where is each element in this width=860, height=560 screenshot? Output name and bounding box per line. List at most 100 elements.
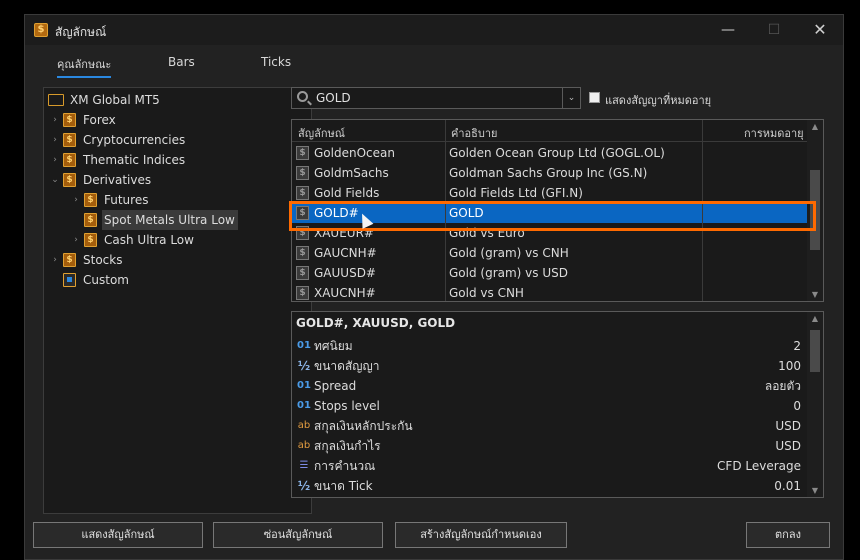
chevron-right-icon[interactable]: ›: [48, 110, 62, 130]
property-name: Spread: [314, 379, 357, 393]
properties-scrollbar[interactable]: ▲ ▼: [807, 312, 823, 497]
symbol-icon: $: [296, 166, 309, 180]
property-value: 0.01: [774, 479, 801, 493]
column-header-expiry[interactable]: การหมดอายุ: [744, 124, 804, 142]
scroll-up-icon[interactable]: ▲: [807, 122, 823, 131]
tree-item-stocks[interactable]: › $ Stocks: [48, 250, 125, 270]
tree-item-label: Thematic Indices: [83, 153, 186, 167]
close-button[interactable]: ✕: [797, 15, 843, 45]
property-row[interactable]: ab สกุลเงินกำไร USD: [292, 436, 807, 456]
tree-item-derivatives[interactable]: ⌄ $ Derivatives: [48, 170, 154, 190]
show-symbol-button[interactable]: แสดงสัญลักษณ์: [33, 522, 203, 548]
fraction-type-icon: ½: [297, 479, 311, 493]
symbols-dialog: $ สัญลักษณ์ — ☐ ✕ คุณลักษณะ Bars Ticks X…: [24, 14, 844, 560]
table-row[interactable]: $ GAUCNH# Gold (gram) vs CNH: [292, 243, 807, 263]
tree-item-label: Futures: [104, 193, 149, 207]
chevron-right-icon[interactable]: ›: [69, 230, 83, 250]
property-name: ทศนิยม: [314, 339, 353, 353]
show-expired-checkbox[interactable]: [589, 92, 600, 103]
ok-button[interactable]: ตกลง: [746, 522, 830, 548]
tab-bars[interactable]: Bars: [168, 55, 195, 69]
table-row[interactable]: $ XAUCNH# Gold vs CNH: [292, 283, 807, 301]
chevron-right-icon[interactable]: ›: [48, 250, 62, 270]
dollar-folder-icon: $: [84, 193, 97, 207]
symbol-icon: $: [296, 206, 309, 220]
tree-item-futures[interactable]: › $ Futures: [69, 190, 151, 210]
property-row[interactable]: ab สกุลเงินหลักประกัน USD: [292, 416, 807, 436]
tree-item-cash-ultra-low[interactable]: › $ Cash Ultra Low: [69, 230, 197, 250]
chevron-right-icon[interactable]: ›: [69, 190, 83, 210]
property-value: 0: [793, 399, 801, 413]
folder-icon: [48, 94, 64, 106]
table-row[interactable]: $ XAUEUR# Gold vs Euro: [292, 223, 807, 243]
tree-item-custom[interactable]: Custom: [48, 270, 132, 290]
chevron-right-icon[interactable]: ›: [48, 150, 62, 170]
tree-root[interactable]: XM Global MT5: [48, 90, 163, 110]
hide-symbol-button[interactable]: ซ่อนสัญลักษณ์: [213, 522, 383, 548]
scroll-up-icon[interactable]: ▲: [807, 314, 823, 323]
chevron-down-icon[interactable]: ⌄: [48, 170, 62, 190]
table-row[interactable]: $ GoldenOcean Golden Ocean Group Ltd (GO…: [292, 143, 807, 163]
scroll-thumb[interactable]: [810, 170, 820, 250]
symbol-description: Gold (gram) vs USD: [449, 266, 568, 280]
symbol-icon: $: [296, 286, 309, 300]
dollar-folder-icon: $: [84, 233, 97, 247]
tab-ticks[interactable]: Ticks: [261, 55, 291, 69]
symbol-tree[interactable]: XM Global MT5 › $ Forex › $ Cryptocurrencies…: [43, 87, 312, 514]
tree-item-spot-metals-ultra-low[interactable]: $ Spot Metals Ultra Low: [69, 210, 238, 230]
tree-item-thematic-indices[interactable]: › $ Thematic Indices: [48, 150, 188, 170]
text-type-icon: ab: [297, 420, 311, 431]
symbol-search-input[interactable]: GOLD ⌄: [291, 87, 581, 109]
symbol-name: XAUCNH#: [314, 286, 376, 300]
property-row[interactable]: 01 Spread ลอยตัว: [292, 376, 807, 396]
property-row[interactable]: 01 Stops level 0: [292, 396, 807, 416]
custom-folder-icon: [63, 273, 76, 287]
table-row[interactable]: $ GoldmSachs Goldman Sachs Group Inc (GS…: [292, 163, 807, 183]
window-title: สัญลักษณ์: [55, 25, 107, 39]
property-row[interactable]: ½ ขนาดสัญญา 100: [292, 356, 807, 376]
table-scrollbar[interactable]: ▲ ▼: [807, 120, 823, 301]
minimize-button[interactable]: —: [705, 15, 751, 45]
text-type-icon: ab: [297, 440, 311, 451]
tree-root-label: XM Global MT5: [70, 93, 160, 107]
property-row[interactable]: ½ ขนาด Tick 0.01: [292, 476, 807, 496]
symbol-name: GOLD#: [314, 206, 359, 220]
column-header-description[interactable]: คำอธิบาย: [451, 124, 497, 142]
tab-specification[interactable]: คุณลักษณะ: [57, 55, 112, 78]
column-divider[interactable]: [445, 120, 446, 301]
tree-item-forex[interactable]: › $ Forex: [48, 110, 119, 130]
property-name: Stops level: [314, 399, 380, 413]
maximize-button[interactable]: ☐: [751, 15, 797, 45]
scroll-down-icon[interactable]: ▼: [807, 290, 823, 299]
create-custom-symbol-button[interactable]: สร้างสัญลักษณ์กำหนดเอง: [395, 522, 567, 548]
list-type-icon: ☰: [299, 460, 309, 471]
chevron-right-icon[interactable]: ›: [48, 130, 62, 150]
symbol-description: Gold vs Euro: [449, 226, 525, 240]
property-name: การคำนวณ: [314, 459, 376, 473]
number-type-icon: 01: [297, 400, 311, 411]
symbol-name: GoldmSachs: [314, 166, 389, 180]
symbols-table[interactable]: สัญลักษณ์ คำอธิบาย การหมดอายุ $ GoldenOc…: [291, 119, 824, 302]
symbol-description: Goldman Sachs Group Inc (GS.N): [449, 166, 648, 180]
property-row[interactable]: 01 ทศนิยม 2: [292, 336, 807, 356]
search-icon: [297, 91, 308, 102]
property-row[interactable]: ☰ การคำนวณ CFD Leverage: [292, 456, 807, 476]
property-value: CFD Leverage: [717, 459, 801, 473]
show-expired-label[interactable]: แสดงสัญญาที่หมดอายุ: [605, 91, 711, 109]
number-type-icon: 01: [297, 340, 311, 351]
dollar-folder-icon: $: [63, 153, 76, 167]
tab-bar: คุณลักษณะ Bars Ticks: [25, 53, 843, 79]
column-divider[interactable]: [702, 120, 703, 301]
tree-item-label: Forex: [83, 113, 116, 127]
scroll-down-icon[interactable]: ▼: [807, 486, 823, 495]
tree-item-cryptocurrencies[interactable]: › $ Cryptocurrencies: [48, 130, 188, 150]
tree-item-label: Stocks: [83, 253, 123, 267]
table-row[interactable]: $ Gold Fields Gold Fields Ltd (GFI.N): [292, 183, 807, 203]
column-header-symbol[interactable]: สัญลักษณ์: [298, 124, 345, 142]
scroll-thumb[interactable]: [810, 330, 820, 372]
title-bar[interactable]: $ สัญลักษณ์ — ☐ ✕: [25, 15, 843, 45]
dollar-folder-icon: $: [63, 133, 76, 147]
search-value: GOLD: [316, 91, 351, 105]
table-row[interactable]: $ GAUUSD# Gold (gram) vs USD: [292, 263, 807, 283]
chevron-down-icon[interactable]: ⌄: [562, 88, 580, 108]
